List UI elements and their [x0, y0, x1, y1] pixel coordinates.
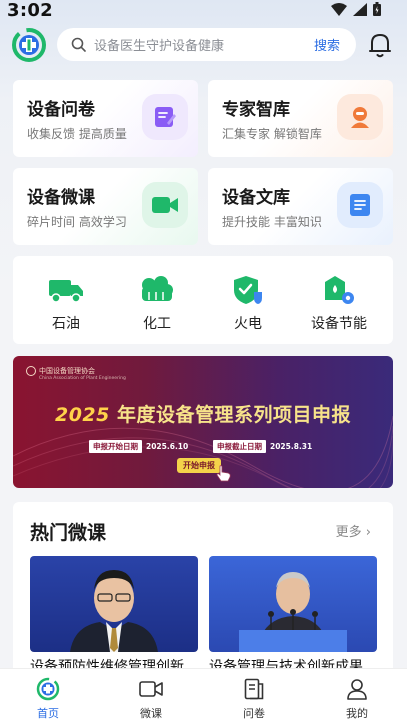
category-energy-saving[interactable]: 设备节能 — [299, 272, 379, 333]
tab-home[interactable]: 首页 — [18, 677, 78, 721]
tab-me[interactable]: 我的 — [327, 677, 387, 721]
home-icon — [18, 677, 78, 701]
category-oil[interactable]: 石油 — [26, 272, 106, 333]
banner-end-label: 申报截止日期 — [213, 440, 266, 453]
tab-label: 微课 — [140, 707, 162, 720]
card-library[interactable]: 设备文库 提升技能 丰富知识 — [208, 168, 393, 245]
tab-label: 首页 — [37, 707, 59, 720]
search-bar[interactable]: 设备医生守护设备健康 搜索 — [57, 28, 356, 61]
bell-icon[interactable] — [368, 31, 392, 59]
video-thumbnail[interactable] — [209, 556, 377, 652]
category-label: 石油 — [52, 316, 80, 332]
user-icon — [327, 677, 387, 701]
category-chemical[interactable]: 化工 — [117, 272, 197, 333]
expert-icon — [337, 94, 383, 140]
edit-icon — [142, 94, 188, 140]
chemical-icon — [137, 272, 177, 308]
tab-label: 我的 — [346, 707, 368, 720]
category-label: 设备节能 — [311, 316, 367, 332]
banner-org: 中国设备管理协会 — [39, 367, 95, 375]
banner-title-text: 年度设备管理系列项目申报 — [117, 404, 352, 426]
banner-end: 申报截止日期 2025.8.31 — [213, 440, 312, 453]
banner-start: 申报开始日期 2025.6.10 — [89, 440, 188, 453]
promo-banner[interactable]: 中国设备管理协会 China Association of Plant Engi… — [13, 356, 393, 488]
hot-heading: 热门微课 — [30, 522, 107, 544]
speaker-portrait — [70, 570, 158, 652]
search-icon — [71, 37, 86, 52]
hot-courses-section: 热门微课 更多 › 设备预防性维修管理创新 设备管理与技术创新成果 — [13, 502, 393, 672]
speaker-podium — [239, 572, 347, 652]
category-panel: 石油 化工 火电 设备节能 — [13, 256, 393, 344]
card-title: 设备文库 — [222, 188, 290, 208]
card-micro-course[interactable]: 设备微课 碎片时间 高效学习 — [13, 168, 198, 245]
category-label: 火电 — [234, 316, 262, 332]
tab-course[interactable]: 微课 — [121, 677, 181, 721]
card-title: 设备问卷 — [27, 100, 95, 120]
status-bar: 3:02 — [0, 0, 407, 22]
card-subtitle: 汇集专家 解锁智库 — [222, 127, 322, 141]
battery-icon — [373, 2, 381, 16]
card-title: 专家智库 — [222, 100, 290, 120]
tab-questionnaire[interactable]: 问卷 — [224, 677, 284, 721]
category-thermal-power[interactable]: 火电 — [208, 272, 288, 333]
status-time: 3:02 — [7, 0, 53, 21]
card-subtitle: 提升技能 丰富知识 — [222, 215, 322, 229]
status-icons — [331, 2, 381, 16]
chevron-right-icon: › — [365, 525, 371, 540]
card-subtitle: 收集反馈 提高质量 — [27, 127, 127, 141]
card-title: 设备微课 — [27, 188, 95, 208]
card-questionnaire[interactable]: 设备问卷 收集反馈 提高质量 — [13, 80, 198, 157]
banner-title: 2025 年度设备管理系列项目申报 — [13, 400, 393, 427]
search-button[interactable]: 搜索 — [314, 35, 340, 54]
wifi-icon — [331, 2, 347, 16]
search-placeholder: 设备医生守护设备健康 — [94, 39, 225, 54]
shield-power-icon — [228, 272, 268, 308]
questionnaire-icon — [224, 677, 284, 701]
signal-icon — [353, 2, 367, 16]
more-label: 更多 — [335, 525, 362, 540]
tab-label: 问卷 — [243, 707, 265, 720]
banner-year: 2025 — [54, 404, 110, 426]
banner-start-date: 2025.6.10 — [146, 442, 189, 451]
document-icon — [337, 182, 383, 228]
app-logo-icon[interactable] — [12, 28, 46, 62]
bottom-tab-bar: 首页 微课 问卷 我的 — [0, 668, 407, 724]
video-icon — [142, 182, 188, 228]
banner-org-en: China Association of Plant Engineering — [39, 376, 126, 381]
card-subtitle: 碎片时间 高效学习 — [27, 215, 127, 229]
pointer-hand-icon — [216, 465, 231, 482]
banner-end-date: 2025.8.31 — [270, 442, 313, 451]
top-bar: 设备医生守护设备健康 搜索 — [0, 28, 407, 64]
banner-start-label: 申报开始日期 — [89, 440, 142, 453]
more-link[interactable]: 更多 › — [336, 521, 371, 540]
video-course-icon — [121, 677, 181, 701]
card-expert-library[interactable]: 专家智库 汇集专家 解锁智库 — [208, 80, 393, 157]
energy-saving-icon — [319, 272, 359, 308]
category-label: 化工 — [143, 316, 171, 332]
video-thumbnail[interactable] — [30, 556, 198, 652]
truck-icon — [46, 272, 86, 308]
